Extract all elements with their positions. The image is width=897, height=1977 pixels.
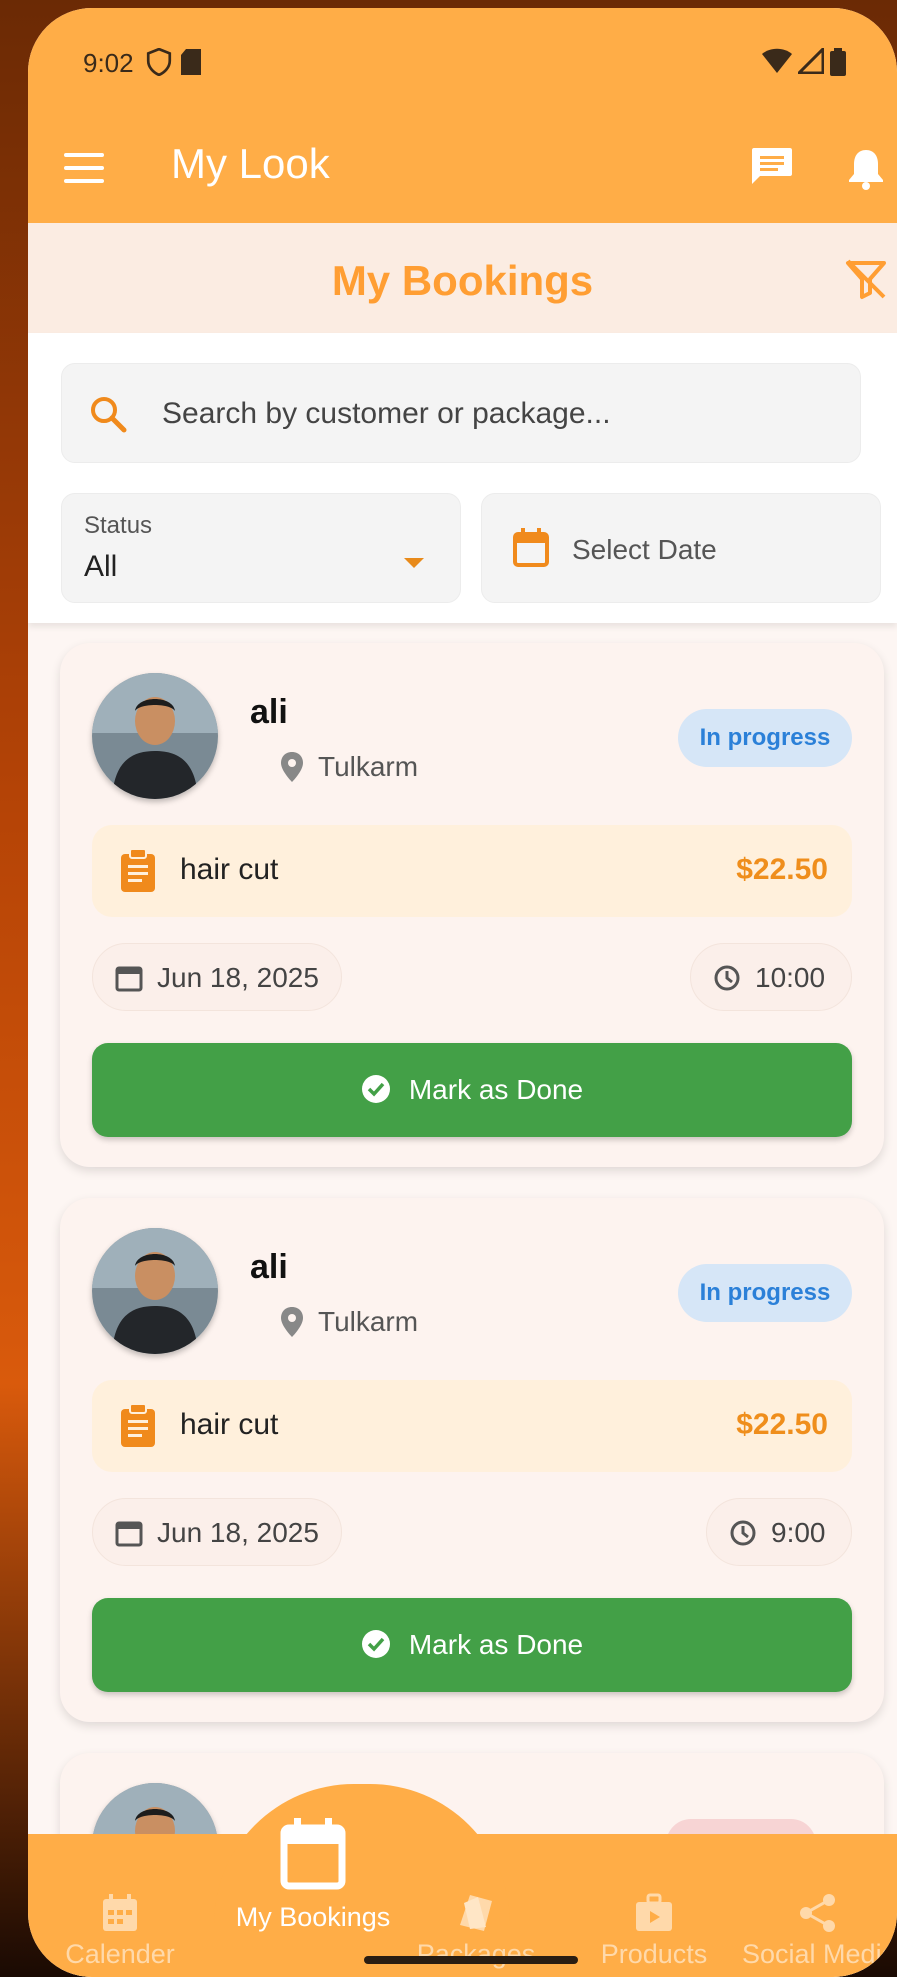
package-row: hair cut $22.50 [92, 1380, 852, 1472]
check-circle-icon [361, 1074, 390, 1103]
status-dropdown-value: All [84, 550, 118, 583]
date-chip: Jun 18, 2025 [92, 1498, 342, 1566]
status-bar: 9:02 [28, 8, 897, 108]
tag-icon [460, 1895, 492, 1931]
avatar [92, 1228, 218, 1354]
status-badge: In progress [678, 709, 852, 767]
package-name: hair cut [180, 853, 279, 886]
package-price: $22.50 [736, 853, 828, 886]
briefcase-icon [636, 1893, 672, 1931]
nav-label: My Bookings [235, 1902, 391, 1932]
date-chip: Jun 18, 2025 [92, 943, 342, 1011]
customer-name: ali [250, 693, 288, 731]
booking-date: Jun 18, 2025 [157, 1517, 319, 1548]
clock-icon [714, 965, 740, 991]
caret-down-icon [404, 558, 424, 568]
battery-icon [830, 48, 846, 76]
customer-location: Tulkarm [280, 751, 418, 783]
status-dropdown[interactable]: Status All [61, 493, 461, 603]
calendar-icon [115, 1521, 143, 1547]
nav-item-products[interactable]: Products [584, 1893, 724, 1970]
search-input[interactable] [162, 364, 842, 464]
nav-label: Calender [65, 1939, 175, 1969]
customer-name: ali [250, 1248, 288, 1286]
nav-label: Products [600, 1939, 708, 1969]
mark-as-done-button[interactable]: Mark as Done [92, 1043, 852, 1137]
date-picker[interactable]: Select Date [481, 493, 881, 603]
sd-card-icon [181, 49, 201, 75]
location-text: Tulkarm [318, 1306, 419, 1337]
chat-icon[interactable] [750, 146, 794, 188]
clock-icon [730, 1520, 756, 1546]
package-price: $22.50 [736, 1408, 828, 1441]
calendar-icon [513, 528, 549, 567]
booking-date: Jun 18, 2025 [157, 962, 319, 993]
check-circle-icon [361, 1629, 390, 1658]
location-text: Tulkarm [318, 751, 419, 782]
booking-card: ali Tulkarm In progress hair cut $22.50 [60, 1198, 884, 1722]
date-picker-placeholder: Select Date [572, 534, 717, 565]
location-pin-icon [281, 752, 303, 782]
customer-location: Tulkarm [280, 1306, 418, 1338]
status-time: 9:02 [83, 48, 134, 78]
package-name: hair cut [180, 1408, 279, 1441]
share-icon [800, 1894, 835, 1932]
bell-icon[interactable] [846, 146, 886, 190]
package-row: hair cut $22.50 [92, 825, 852, 917]
bookings-header: My Bookings [28, 223, 897, 333]
app-bar: 9:02 My Look [28, 8, 897, 223]
nav-item-my-bookings[interactable]: My Bookings [208, 1818, 418, 1933]
filter-off-icon[interactable] [844, 257, 888, 301]
page-title: My Bookings [331, 257, 594, 304]
calendar-icon [280, 1818, 346, 1890]
calendar-icon [115, 966, 143, 992]
nav-item-social-media[interactable]: Social Media [742, 1893, 897, 1970]
nav-label: Social Media [742, 1939, 897, 1969]
mark-as-done-label: Mark as Done [408, 1629, 584, 1660]
booking-time: 9:00 [771, 1517, 826, 1548]
mark-as-done-label: Mark as Done [408, 1074, 584, 1105]
search-icon [91, 397, 127, 433]
wifi-icon [762, 48, 792, 73]
booking-time: 10:00 [755, 962, 826, 993]
phone-screen: 9:02 My Look My Bookings Search by custo… [28, 8, 897, 1977]
nav-label: Packages [416, 1939, 536, 1969]
time-chip: 10:00 [690, 943, 852, 1011]
booking-card: ali Tulkarm In progress hair cut $22.50 [60, 643, 884, 1167]
nav-item-calender[interactable]: Calender [50, 1893, 190, 1970]
location-pin-icon [281, 1307, 303, 1337]
clipboard-icon [121, 849, 155, 892]
avatar [92, 673, 218, 799]
status-dropdown-label: Status [84, 512, 153, 539]
filters-panel: Status All Select Date [28, 333, 897, 623]
home-indicator [364, 1956, 578, 1964]
status-badge: In progress [678, 1264, 852, 1322]
mark-as-done-button[interactable]: Mark as Done [92, 1598, 852, 1692]
app-title: My Look [171, 140, 330, 187]
signal-icon [798, 48, 824, 74]
shield-icon [146, 48, 172, 76]
calendar-grid-icon [103, 1894, 137, 1931]
time-chip: 9:00 [706, 1498, 852, 1566]
search-box[interactable] [61, 363, 861, 464]
menu-icon[interactable] [64, 153, 104, 183]
clipboard-icon [121, 1404, 155, 1447]
